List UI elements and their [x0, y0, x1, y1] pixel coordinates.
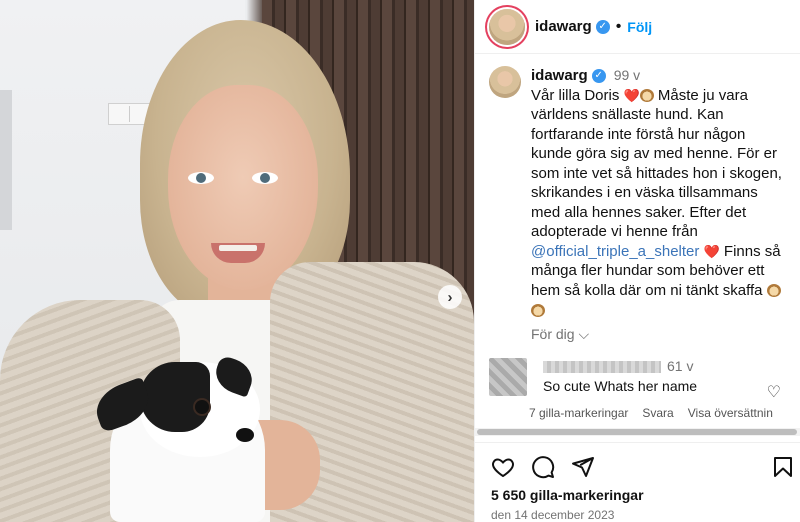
- caption-line1b: Måste ju vara världens snällaste hund. K…: [531, 86, 782, 241]
- post-date[interactable]: den 14 december 2023: [491, 508, 614, 522]
- post-header: idawarg ✓ • Följ: [475, 0, 800, 54]
- caption: idawarg ✓ 99 v Vår lilla Doris ❤️ Måste …: [489, 66, 790, 320]
- dog-emoji-icon: [639, 89, 654, 103]
- bookmark-icon[interactable]: [771, 455, 795, 479]
- caption-line1: Vår lilla Doris: [531, 86, 620, 104]
- comment-like-icon[interactable]: ♡: [767, 382, 781, 402]
- separator: •: [615, 17, 622, 35]
- dog-emoji-icon: [531, 303, 545, 317]
- post-sidebar: idawarg ✓ • Följ idawarg ✓ 99 v Vår lill…: [474, 0, 800, 522]
- dog-patch: [140, 362, 210, 432]
- reply-button[interactable]: Svara: [642, 406, 673, 420]
- caption-avatar[interactable]: [489, 66, 521, 98]
- comment-list: 61 v So cute Whats her name ♡ 7 gilla-ma…: [475, 358, 800, 420]
- comment-text: So cute Whats her name: [543, 378, 698, 394]
- post-image[interactable]: ›: [0, 0, 474, 522]
- comment-actions: 7 gilla-markeringar Svara Visa översättn…: [475, 406, 800, 420]
- caption-text: Vår lilla Doris ❤️ Måste ju vara världen…: [531, 86, 789, 320]
- dog-emoji-icon: [766, 284, 781, 298]
- door-edge: [0, 90, 12, 230]
- post-username[interactable]: idawarg: [535, 18, 592, 35]
- verified-icon: ✓: [595, 19, 610, 34]
- like-count[interactable]: 5 650 gilla-markeringar: [491, 487, 644, 503]
- comment-likes[interactable]: 7 gilla-markeringar: [529, 406, 628, 420]
- post-actions: [475, 442, 800, 482]
- avatar[interactable]: [489, 8, 525, 45]
- for-you-toggle[interactable]: För dig ⌵: [531, 326, 589, 343]
- heart-emoji-icon: ❤️: [623, 87, 640, 103]
- chevron-right-icon[interactable]: ›: [438, 285, 462, 309]
- dog-nose: [236, 428, 254, 442]
- heart-emoji-icon: ❤️: [703, 243, 720, 259]
- comment-item: 61 v So cute Whats her name ♡: [475, 358, 800, 401]
- heart-icon[interactable]: [491, 455, 515, 479]
- comment-time[interactable]: 61 v: [667, 358, 693, 374]
- caption-time[interactable]: 99 v: [614, 66, 640, 86]
- comment-username-blurred[interactable]: [543, 361, 661, 374]
- follow-button[interactable]: Följ: [627, 19, 652, 35]
- comment-avatar[interactable]: [489, 358, 527, 396]
- eye-right: [252, 172, 278, 184]
- caption-body: idawarg ✓ 99 v Vår lilla Doris ❤️ Måste …: [531, 66, 789, 320]
- horizontal-scrollbar[interactable]: [475, 428, 800, 436]
- verified-icon: ✓: [591, 68, 606, 83]
- share-icon[interactable]: [571, 455, 595, 479]
- mention-link[interactable]: @official_triple_a_shelter: [531, 243, 699, 260]
- caption-username[interactable]: idawarg: [531, 66, 588, 86]
- eye-left: [188, 172, 214, 184]
- scrollbar-thumb[interactable]: [477, 429, 797, 435]
- dog-eye: [195, 400, 209, 414]
- comment-icon[interactable]: [531, 455, 555, 479]
- translate-button[interactable]: Visa översättnin: [688, 406, 773, 420]
